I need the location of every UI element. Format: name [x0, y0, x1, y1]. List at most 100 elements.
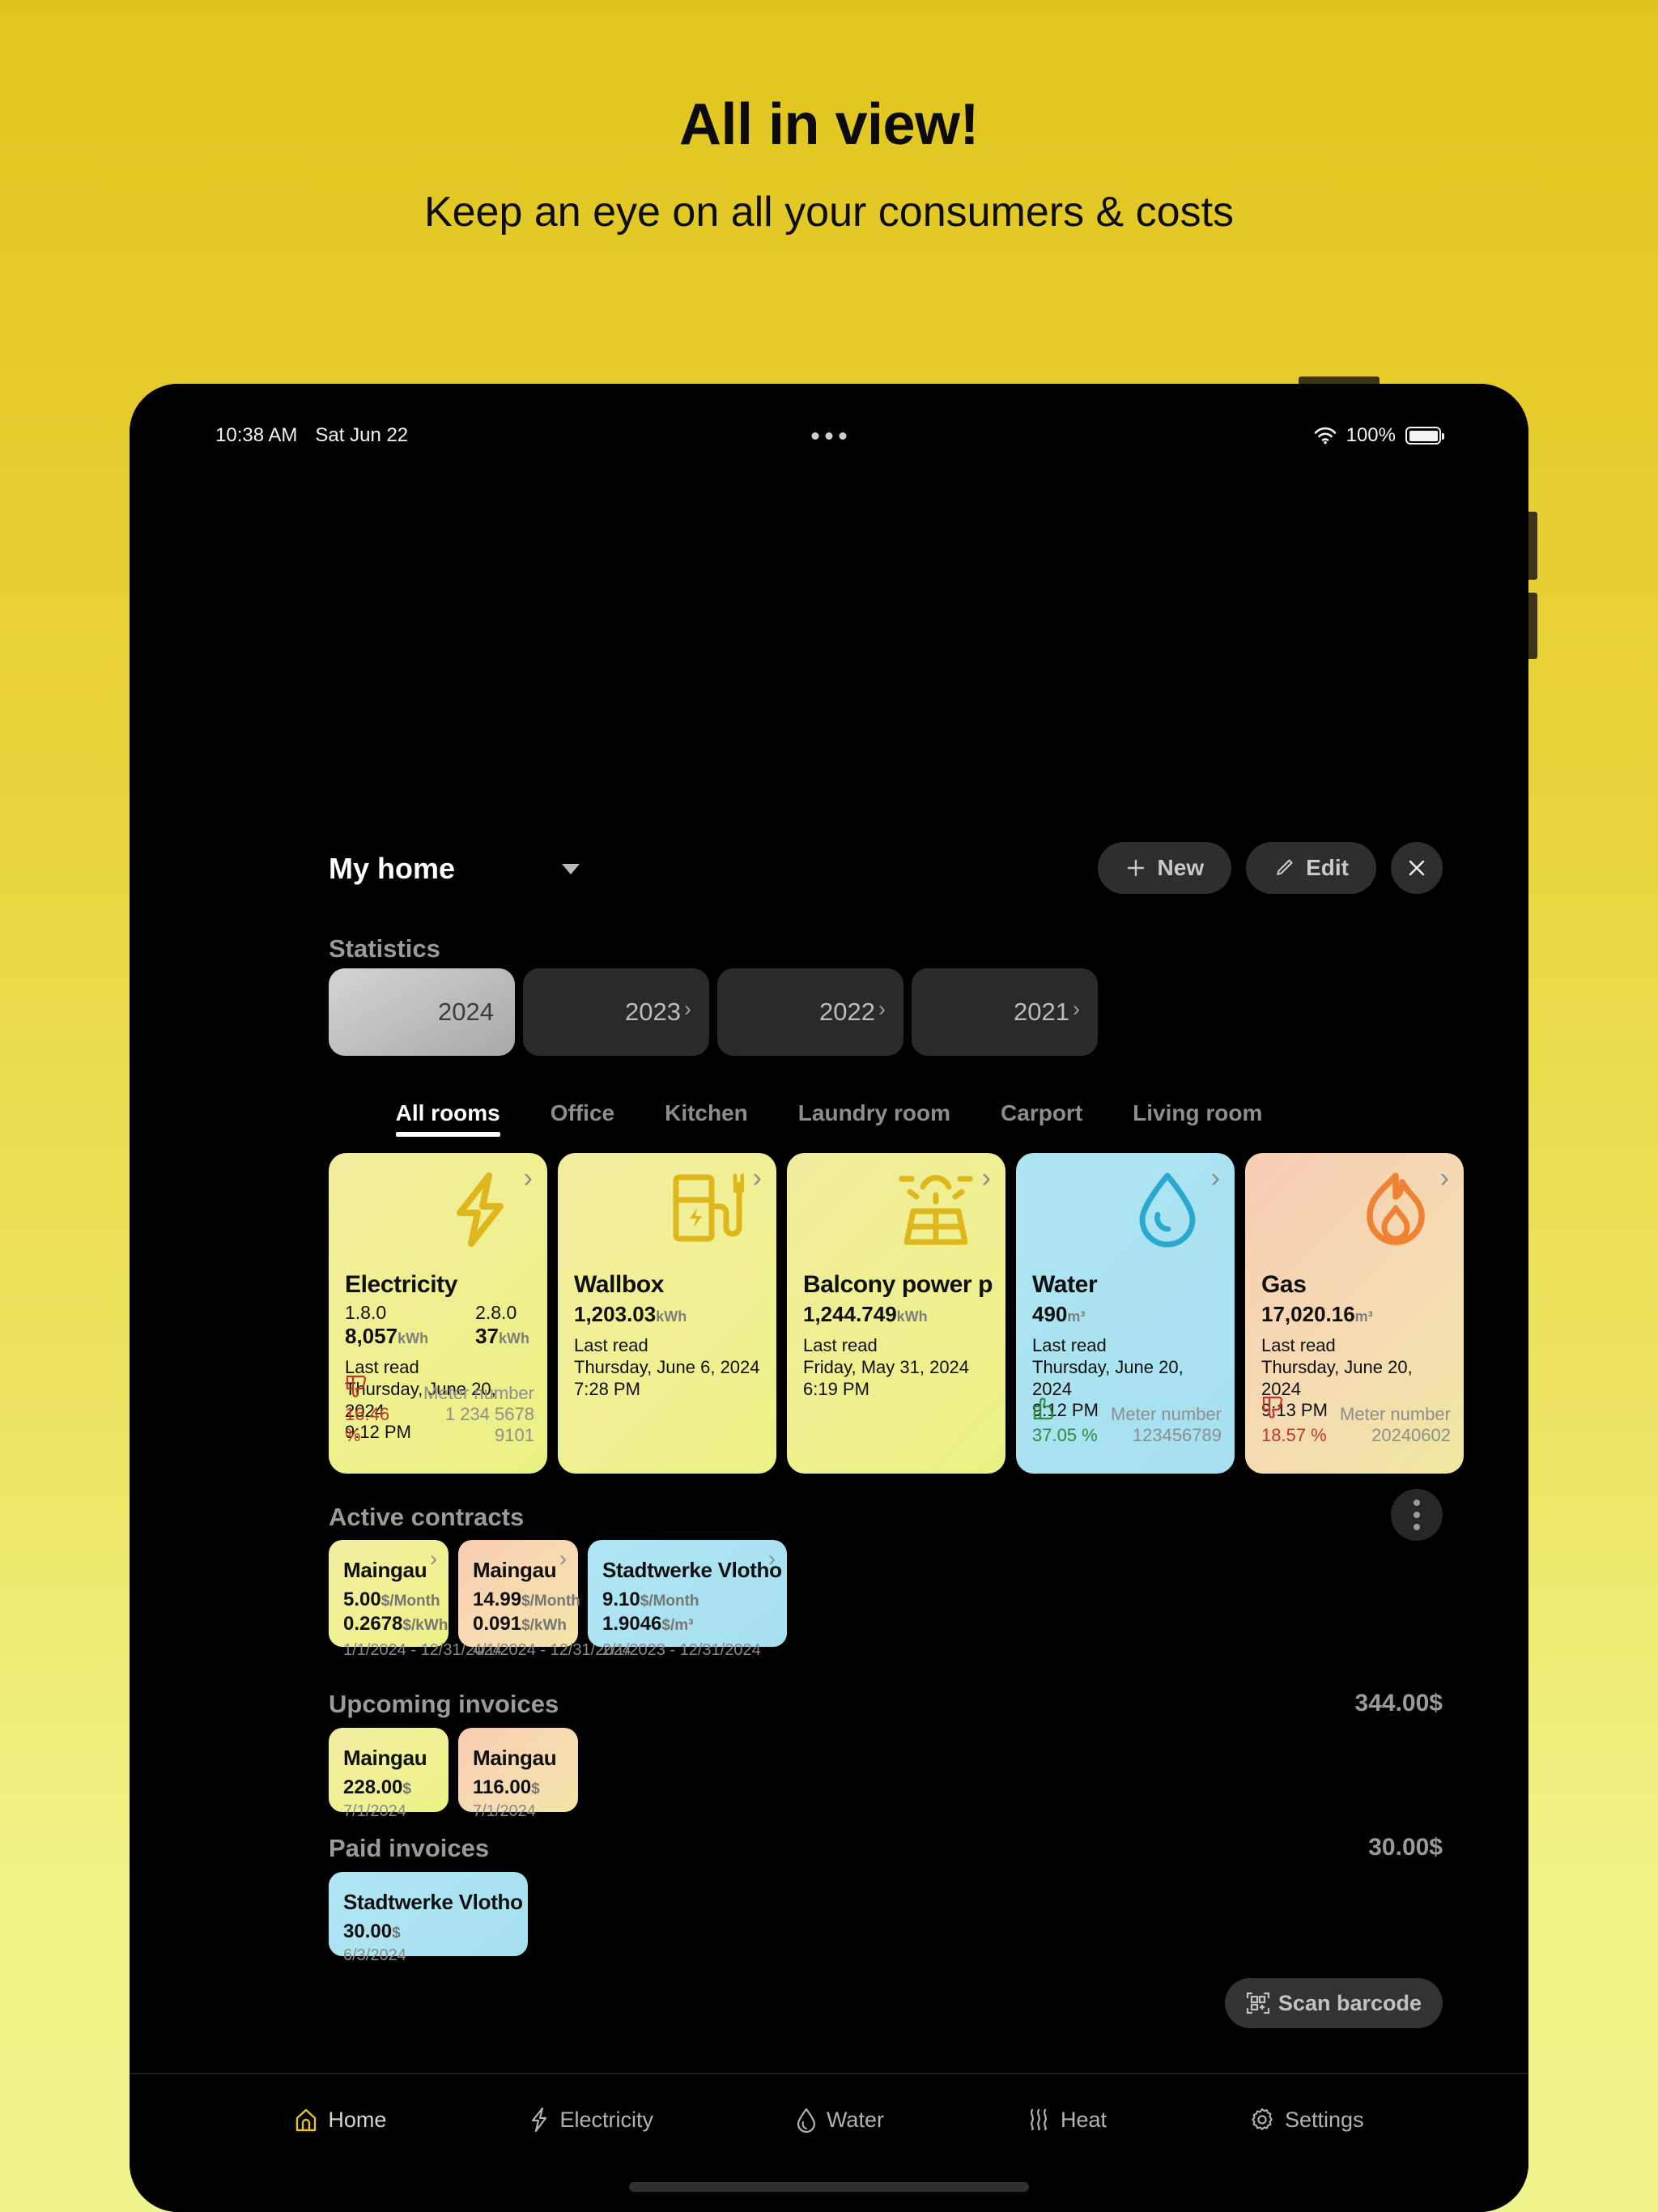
nav-item-label: Electricity — [559, 2107, 653, 2132]
home-indicator[interactable] — [629, 2182, 1029, 2192]
heat-waves-icon — [1031, 2108, 1047, 2131]
volume-down-button[interactable] — [1528, 593, 1537, 659]
reading-unit: m³ — [1067, 1308, 1086, 1325]
contract-base-unit: $/Month — [380, 1593, 440, 1610]
promo-header: All in view! Keep an eye on all your con… — [0, 0, 1658, 236]
bottom-nav-bar: Home Electricity Water Heat Settings — [130, 2073, 1528, 2212]
room-tab-living-room[interactable]: Living room — [1133, 1100, 1262, 1137]
chevron-right-icon: › — [981, 1163, 991, 1193]
contract-card[interactable]: › Maingau 5.00$/Month 0.2678$/kWh 1/1/20… — [329, 1540, 502, 1659]
year-selector: 2024 › 2023 › 2022 › 2021 › — [329, 968, 1098, 1056]
invoice-card[interactable]: Maingau 116.00$ 7/1/2024 — [458, 1728, 578, 1820]
close-icon — [1409, 860, 1425, 876]
gear-icon — [1252, 2108, 1273, 2130]
volume-up-button[interactable] — [1528, 512, 1537, 580]
contract-provider: Maingau — [473, 1558, 557, 1582]
status-date: Sat Jun 22 — [315, 424, 409, 446]
room-tab-laundry-room[interactable]: Laundry room — [798, 1100, 950, 1137]
meter-value: 123456789 — [1132, 1425, 1222, 1446]
active-contracts-list: › Maingau 5.00$/Month 0.2678$/kWh 1/1/20… — [329, 1540, 787, 1659]
edit-button-label: Edit — [1306, 855, 1349, 880]
ev-charger-icon — [673, 1173, 744, 1242]
battery-icon — [1405, 427, 1444, 445]
thumbs-up-icon — [1033, 1397, 1054, 1420]
new-button[interactable]: New — [1097, 842, 1232, 894]
consumer-card-gas[interactable]: › Gas 17,020.16m³ Last read Thursday, Ju… — [1245, 1153, 1464, 1474]
reading-unit: kWh — [896, 1308, 928, 1325]
nav-item-electricity[interactable]: Electricity — [529, 2107, 653, 2133]
status-bar: 10:38 AM Sat Jun 22 100% — [130, 419, 1528, 452]
upcoming-invoices-title: Upcoming invoices — [329, 1690, 559, 1718]
new-button-label: New — [1157, 855, 1205, 880]
scan-barcode-button[interactable]: Scan barcode — [1224, 1978, 1443, 2028]
contract-base-unit: $/Month — [640, 1593, 699, 1610]
room-tab-office[interactable]: Office — [551, 1100, 614, 1137]
upcoming-invoices-total: 344.00$ — [1354, 1690, 1443, 1716]
room-tab-kitchen[interactable]: Kitchen — [665, 1100, 748, 1137]
chevron-right-icon: › — [559, 1546, 567, 1571]
active-contracts-title: Active contracts — [329, 1503, 525, 1531]
nav-item-settings[interactable]: Settings — [1249, 2107, 1364, 2133]
meter-label: Meter number — [1340, 1404, 1451, 1425]
nav-item-water[interactable]: Water — [796, 2107, 884, 2133]
invoice-currency: $ — [392, 1925, 401, 1942]
reading-label: 2.8.0 — [475, 1302, 517, 1323]
active-contracts-menu-button[interactable] — [1391, 1489, 1443, 1541]
room-tab-bar: All rooms Office Kitchen Laundry room Ca… — [130, 1100, 1528, 1137]
water-drop-icon — [1139, 1172, 1196, 1248]
last-read-date: Friday, May 31, 2024 6:19 PM — [803, 1356, 970, 1399]
invoice-amount: 228.00 — [343, 1776, 403, 1798]
close-button[interactable] — [1391, 842, 1443, 894]
home-selector[interactable]: My home — [329, 852, 580, 886]
consumer-name: Electricity — [345, 1271, 458, 1298]
reading-unit: kWh — [397, 1330, 429, 1346]
solar-panel-icon — [899, 1175, 973, 1245]
nav-item-label: Settings — [1285, 2107, 1364, 2132]
edit-button[interactable]: Edit — [1246, 842, 1376, 894]
consumer-card-wallbox[interactable]: › Wallbox 1,203.03kWh Last read Thursday… — [558, 1153, 776, 1474]
contract-period: 1/1/2024 - 12/31/2024 — [343, 1641, 502, 1659]
room-tab-carport[interactable]: Carport — [1001, 1100, 1082, 1137]
invoice-card[interactable]: Maingau 228.00$ 7/1/2024 — [329, 1728, 449, 1820]
last-read-date: Thursday, June 20, 2024 — [1261, 1356, 1413, 1399]
invoice-provider: Maingau — [343, 1746, 427, 1770]
contract-provider: Stadtwerke Vlotho — [602, 1558, 782, 1582]
flame-icon — [1367, 1172, 1425, 1245]
contract-rate-unit: $/m³ — [661, 1617, 694, 1634]
room-tab-all-rooms[interactable]: All rooms — [395, 1100, 500, 1137]
contract-card[interactable]: › Stadtwerke Vlotho 9.10$/Month 1.9046$/… — [588, 1540, 787, 1659]
year-chip-2024[interactable]: 2024 › — [329, 968, 515, 1056]
consumer-card-water[interactable]: › Water 490m³ Last read Thursday, June 2… — [1016, 1153, 1235, 1474]
invoice-amount: 116.00 — [473, 1776, 532, 1798]
contract-rate-unit: $/kWh — [521, 1617, 568, 1634]
chevron-right-icon: › — [878, 996, 886, 1021]
invoice-card[interactable]: Stadtwerke Vlotho 30.00$ 6/3/2024 — [329, 1872, 528, 1964]
consumer-card-balcony-power-plant[interactable]: › Balcony power p… 1,244.749kWh — [787, 1153, 1005, 1474]
lightning-bolt-icon — [457, 1172, 504, 1247]
chevron-right-icon: › — [1439, 1163, 1449, 1193]
invoice-provider: Stadtwerke Vlotho — [343, 1890, 523, 1914]
nav-item-heat[interactable]: Heat — [1027, 2107, 1107, 2133]
nav-item-label: Water — [826, 2107, 884, 2132]
app-top-bar: My home New Edit — [130, 842, 1528, 920]
contract-base-price: 14.99 — [473, 1589, 522, 1610]
chevron-down-icon — [562, 863, 580, 874]
year-chip-2023[interactable]: 2023 › — [523, 968, 709, 1056]
consumer-card-electricity[interactable]: › Electricity 1.8.0 8,057kWh 2.8.0 37kWh… — [329, 1153, 547, 1474]
year-chip-2021[interactable]: 2021 › — [912, 968, 1098, 1056]
chevron-right-icon: › — [752, 1163, 762, 1193]
reading-unit: kWh — [656, 1308, 687, 1325]
year-chip-2022[interactable]: 2022 › — [717, 968, 903, 1056]
nav-item-home[interactable]: Home — [294, 2107, 386, 2133]
home-icon — [296, 2108, 317, 2132]
invoice-provider: Maingau — [473, 1746, 557, 1770]
consumer-card-list: › Electricity 1.8.0 8,057kWh 2.8.0 37kWh… — [329, 1153, 1464, 1474]
contract-period: 4/1/2024 - 12/31/2024 — [473, 1641, 631, 1659]
last-read-label: Last read — [803, 1335, 878, 1355]
invoice-currency: $ — [402, 1780, 411, 1797]
water-drop-icon — [797, 2108, 816, 2133]
consumer-name: Wallbox — [574, 1271, 665, 1298]
contract-card[interactable]: › Maingau 14.99$/Month 0.091$/kWh 4/1/20… — [458, 1540, 631, 1659]
plus-icon — [1127, 859, 1144, 877]
year-chip-label: 2021 — [1014, 998, 1069, 1026]
